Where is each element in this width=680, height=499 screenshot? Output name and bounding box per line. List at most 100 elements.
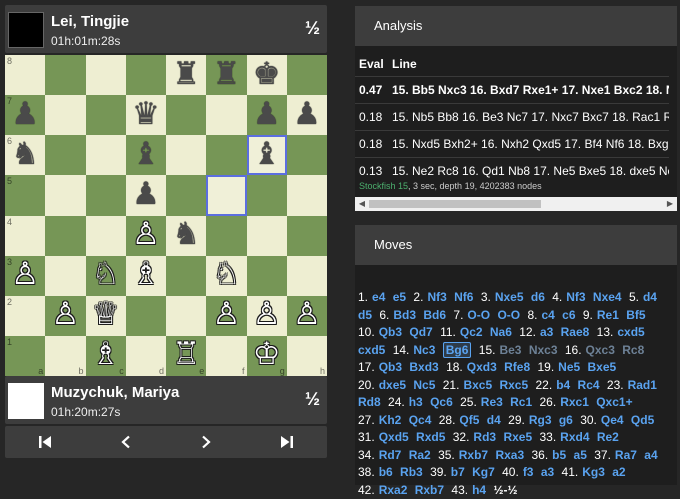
move-link[interactable]: Ra7: [615, 448, 637, 462]
black-pawn-icon[interactable]: ♟: [253, 98, 281, 130]
move-link[interactable]: Qxc1+: [596, 395, 632, 409]
move-link[interactable]: a3: [540, 325, 553, 339]
move-link[interactable]: Rc1: [510, 395, 532, 409]
previous-move-button[interactable]: [86, 426, 167, 458]
square-f4[interactable]: [206, 215, 247, 256]
square-f6[interactable]: [206, 135, 247, 176]
move-link[interactable]: Rae8: [561, 325, 590, 339]
square-h6[interactable]: [286, 135, 327, 176]
black-pawn-icon[interactable]: ♟: [132, 178, 160, 210]
move-link[interactable]: e5: [393, 290, 406, 304]
black-pawn-icon[interactable]: ♟: [11, 98, 39, 130]
move-link[interactable]: O-O: [467, 308, 490, 322]
move-link[interactable]: Rd8: [358, 395, 381, 409]
chess-board[interactable]: 8 ♜ ♜ ♚ 7 ♟ ♛ ♟ ♟ 6 ♞ ♝ ♝ 5 ♟ 4 ♙ ♞ 3 ♙ ♘ ♗ ♘ 2 ♙ ♕ ♙ ♙ ♙ 1 a b c ♗ d e ♖ f g ♔…: [5, 55, 327, 376]
square-h7[interactable]: ♟: [286, 95, 327, 136]
square-f3[interactable]: ♘: [206, 255, 247, 296]
move-link[interactable]: Bg6: [442, 341, 472, 358]
square-a4[interactable]: 4: [5, 215, 46, 256]
move-link[interactable]: Qc2: [460, 325, 483, 339]
square-b6[interactable]: [45, 135, 86, 176]
move-link[interactable]: h3: [409, 395, 423, 409]
move-link[interactable]: Rxd5: [416, 430, 445, 444]
square-h8[interactable]: [286, 55, 327, 96]
square-b2[interactable]: ♙: [45, 295, 86, 336]
square-e1[interactable]: e ♖: [166, 335, 207, 376]
move-link[interactable]: Re3: [481, 395, 503, 409]
white-pawn-icon[interactable]: ♙: [253, 299, 281, 330]
square-g2[interactable]: ♙: [246, 295, 287, 336]
move-link[interactable]: O-O: [497, 308, 520, 322]
black-pawn-icon[interactable]: ♟: [293, 98, 321, 130]
square-c2[interactable]: ♕: [85, 295, 126, 336]
black-knight-icon[interactable]: ♞: [11, 138, 39, 170]
white-pawn-icon[interactable]: ♙: [11, 259, 39, 290]
move-link[interactable]: Rc4: [578, 378, 600, 392]
next-move-button[interactable]: [166, 426, 247, 458]
black-bishop-icon[interactable]: ♝: [253, 138, 281, 170]
last-move-button[interactable]: [247, 426, 328, 458]
move-link[interactable]: Rg3: [529, 413, 552, 427]
move-link[interactable]: Nxc3: [529, 343, 558, 357]
square-e2[interactable]: [166, 295, 207, 336]
move-link[interactable]: d5: [358, 308, 372, 322]
move-link[interactable]: Rxd4: [560, 430, 589, 444]
move-link[interactable]: Re2: [597, 430, 619, 444]
move-link[interactable]: a3: [541, 465, 554, 479]
square-d3[interactable]: ♗: [125, 255, 166, 296]
scrollbar-thumb[interactable]: [369, 200, 541, 208]
square-h2[interactable]: ♙: [286, 295, 327, 336]
move-link[interactable]: cxd5: [358, 343, 385, 357]
square-f8[interactable]: ♜: [206, 55, 247, 96]
square-g8[interactable]: ♚: [246, 55, 287, 96]
move-link[interactable]: Na6: [490, 325, 512, 339]
white-pawn-icon[interactable]: ♙: [132, 219, 160, 250]
black-knight-icon[interactable]: ♞: [172, 219, 200, 250]
move-link[interactable]: Bf5: [626, 308, 645, 322]
square-b3[interactable]: [45, 255, 86, 296]
square-f5[interactable]: [206, 175, 247, 216]
move-link[interactable]: Rxb7: [415, 483, 444, 497]
square-g7[interactable]: ♟: [246, 95, 287, 136]
move-link[interactable]: d6: [531, 290, 545, 304]
square-a3[interactable]: 3 ♙: [5, 255, 46, 296]
move-link[interactable]: h4: [472, 483, 486, 497]
move-link[interactable]: Rxa3: [495, 448, 524, 462]
analysis-line-row[interactable]: 0.18 15. Nxd5 Bxh2+ 16. Nxh2 Qxd5 17. Bf…: [355, 131, 669, 157]
move-link[interactable]: Qb3: [379, 360, 402, 374]
move-link[interactable]: Rxb7: [459, 448, 488, 462]
square-h1[interactable]: h: [286, 335, 327, 376]
horizontal-scrollbar[interactable]: ◀ ▶: [355, 197, 677, 211]
white-bishop-icon[interactable]: ♗: [92, 339, 120, 370]
move-link[interactable]: Bd3: [393, 308, 416, 322]
move-link[interactable]: cxd5: [617, 325, 644, 339]
white-pawn-icon[interactable]: ♙: [51, 299, 79, 330]
square-e3[interactable]: [166, 255, 207, 296]
move-link[interactable]: d4: [487, 413, 501, 427]
white-rook-icon[interactable]: ♖: [172, 339, 200, 370]
move-link[interactable]: a2: [612, 465, 625, 479]
move-link[interactable]: Rxc5: [499, 378, 528, 392]
square-g4[interactable]: [246, 215, 287, 256]
move-link[interactable]: Rxc1: [560, 395, 589, 409]
move-link[interactable]: b4: [556, 378, 570, 392]
scroll-left-icon[interactable]: ◀: [357, 199, 367, 209]
move-link[interactable]: Rxe5: [503, 430, 532, 444]
square-c7[interactable]: [85, 95, 126, 136]
move-link[interactable]: Bxe5: [588, 360, 617, 374]
white-bishop-icon[interactable]: ♗: [132, 259, 160, 290]
square-c5[interactable]: [85, 175, 126, 216]
move-link[interactable]: f3: [523, 465, 534, 479]
square-c1[interactable]: c ♗: [85, 335, 126, 376]
square-h4[interactable]: [286, 215, 327, 256]
square-a5[interactable]: 5: [5, 175, 46, 216]
move-link[interactable]: Bd6: [423, 308, 446, 322]
square-b8[interactable]: [45, 55, 86, 96]
move-link[interactable]: Qf5: [459, 413, 479, 427]
black-rook-icon[interactable]: ♜: [172, 58, 200, 90]
move-link[interactable]: Qxd3: [467, 360, 497, 374]
square-a8[interactable]: 8: [5, 55, 46, 96]
move-link[interactable]: b7: [451, 465, 465, 479]
square-h3[interactable]: [286, 255, 327, 296]
square-b4[interactable]: [45, 215, 86, 256]
